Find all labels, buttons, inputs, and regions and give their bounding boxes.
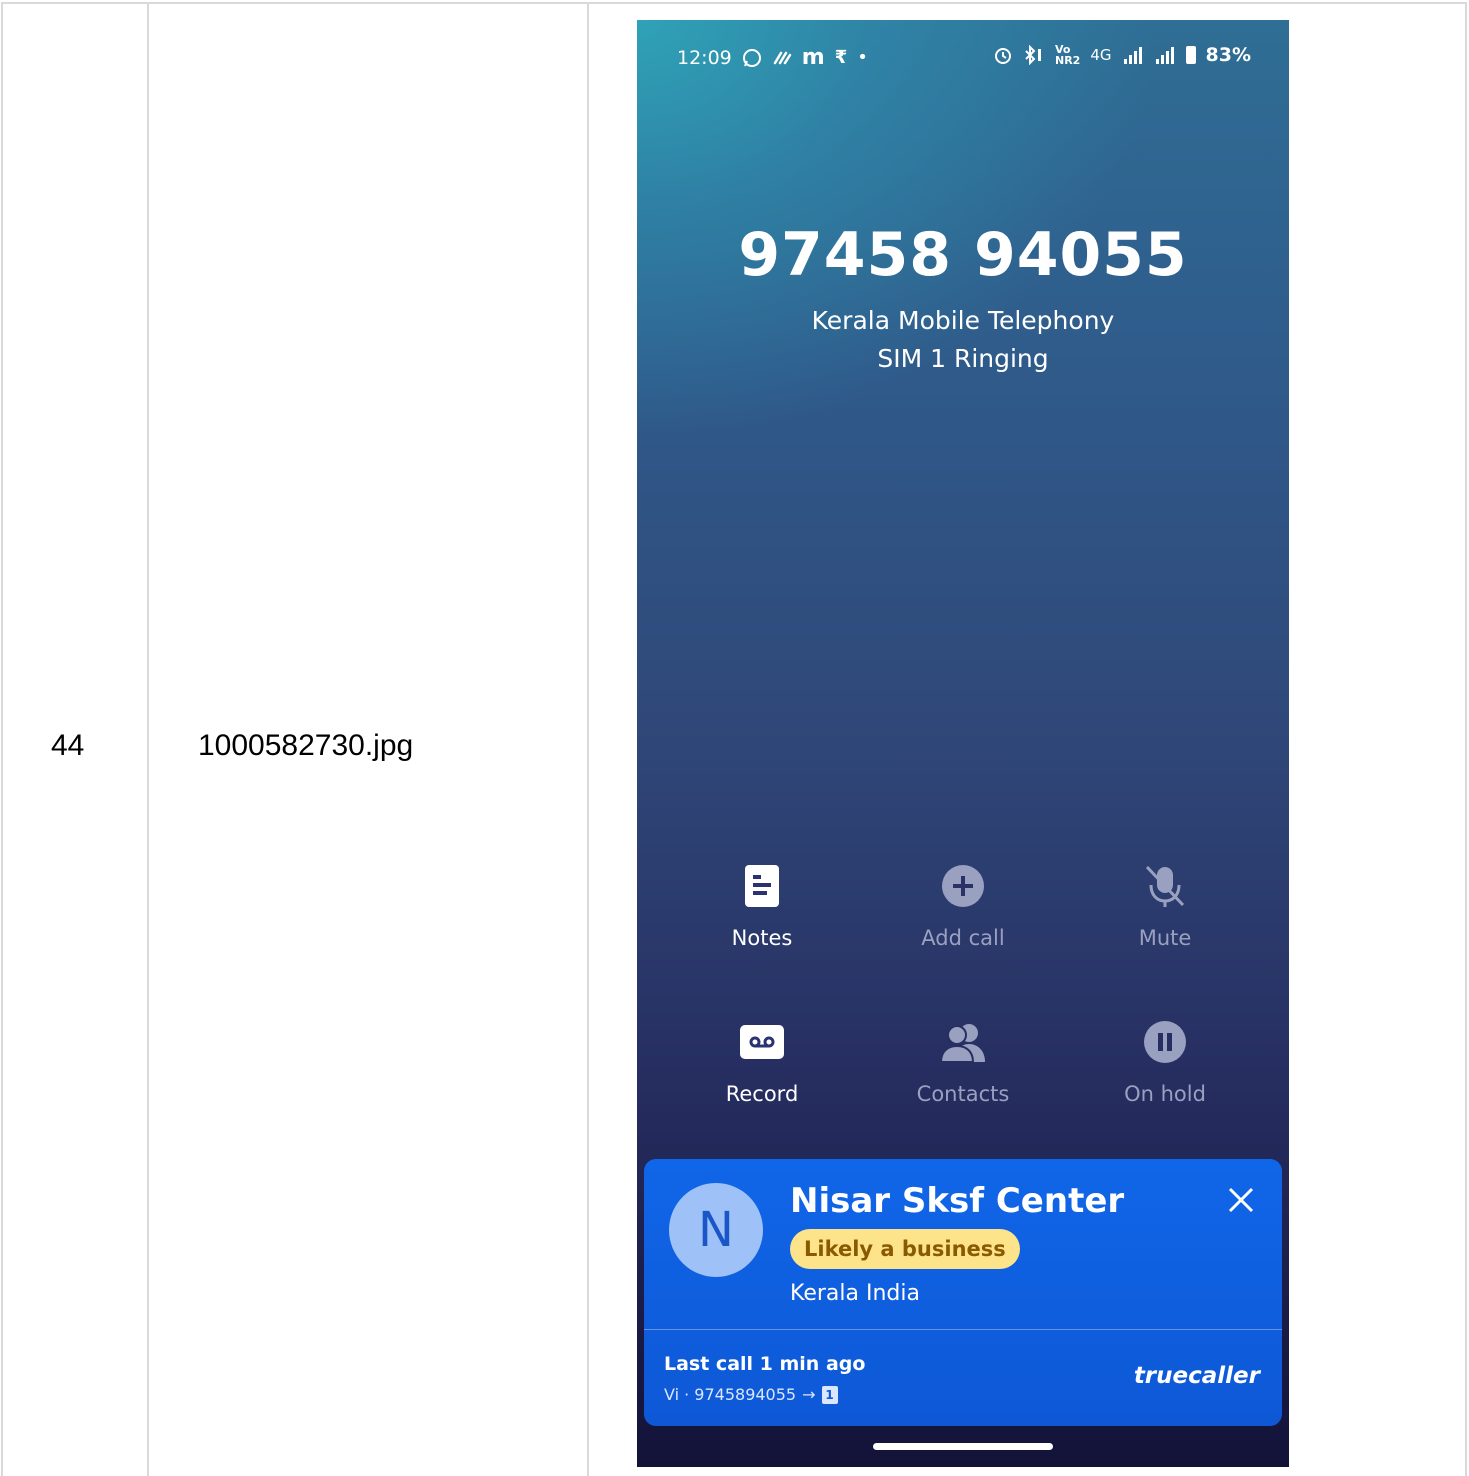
battery-level: 83% xyxy=(1205,44,1251,66)
last-call-detail: Vi · 9745894055 → 1 xyxy=(664,1385,838,1404)
signal-4g-icon: 4G xyxy=(1090,46,1112,64)
table-border-left xyxy=(1,2,3,1476)
contacts-icon xyxy=(939,1024,985,1062)
signal-icon xyxy=(1123,47,1142,64)
rupee-icon: ₹ xyxy=(834,47,848,68)
notes-button[interactable]: Notes xyxy=(662,860,862,950)
hold-icon xyxy=(1144,1021,1186,1063)
sim-icon: 1 xyxy=(821,1385,838,1404)
phone-number: 97458 94055 xyxy=(738,220,1188,290)
caller-location: Kerala India xyxy=(790,1281,920,1306)
row-filename: 1000582730.jpg xyxy=(198,729,414,762)
notes-icon xyxy=(745,865,779,907)
action-label: On hold xyxy=(1124,1082,1206,1106)
signal-icon xyxy=(1155,47,1174,64)
action-label: Notes xyxy=(731,926,793,950)
column-divider xyxy=(587,2,589,1476)
call-status: SIM 1 Ringing xyxy=(877,344,1049,373)
avatar: N xyxy=(669,1183,763,1277)
table-border-top xyxy=(1,2,1467,4)
caller-name: Nisar Sksf Center xyxy=(790,1181,1125,1221)
m-icon: m xyxy=(801,45,825,70)
action-label: Add call xyxy=(921,926,1005,950)
battery-icon xyxy=(1185,46,1196,64)
caller-id-card[interactable]: N Nisar Sksf Center Likely a business Ke… xyxy=(644,1159,1282,1426)
status-bar: 12:09 m ₹ • Vo NR2 4G 83% xyxy=(677,44,1251,74)
arrow-right-icon: → xyxy=(802,1385,816,1404)
business-badge: Likely a business xyxy=(790,1229,1020,1269)
hold-button[interactable]: On hold xyxy=(1065,1016,1265,1106)
row-index: 44 xyxy=(51,729,85,762)
mute-icon xyxy=(1145,865,1185,907)
add-call-button[interactable]: Add call xyxy=(863,860,1063,950)
phone-screenshot: 12:09 m ₹ • Vo NR2 4G 83% 97458 94055 Ker… xyxy=(637,20,1289,1467)
add-call-icon xyxy=(942,865,984,907)
dot-icon: • xyxy=(857,47,868,68)
record-button[interactable]: Record xyxy=(662,1016,862,1106)
column-divider xyxy=(147,2,149,1476)
whatsapp-icon xyxy=(742,49,761,67)
mute-button[interactable]: Mute xyxy=(1065,860,1265,950)
truecaller-logo: truecaller xyxy=(1133,1363,1260,1389)
action-label: Mute xyxy=(1138,926,1192,950)
contacts-button[interactable]: Contacts xyxy=(863,1016,1063,1106)
volte-icon: Vo NR2 xyxy=(1055,43,1081,67)
status-time: 12:09 xyxy=(677,47,732,69)
card-divider xyxy=(644,1329,1282,1330)
home-indicator[interactable] xyxy=(873,1443,1053,1450)
action-label: Record xyxy=(725,1082,799,1106)
alarm-icon xyxy=(995,48,1011,64)
last-call-number: Vi · 9745894055 xyxy=(664,1385,797,1404)
close-icon[interactable] xyxy=(1226,1185,1256,1215)
carrier-name: Kerala Mobile Telephony xyxy=(811,306,1115,335)
table-border-right xyxy=(1465,2,1467,1476)
last-call-text: Last call 1 min ago xyxy=(664,1353,866,1375)
bluetooth-icon xyxy=(1025,45,1041,65)
action-label: Contacts xyxy=(916,1082,1010,1106)
record-icon xyxy=(740,1025,784,1059)
app-icon xyxy=(773,51,792,65)
